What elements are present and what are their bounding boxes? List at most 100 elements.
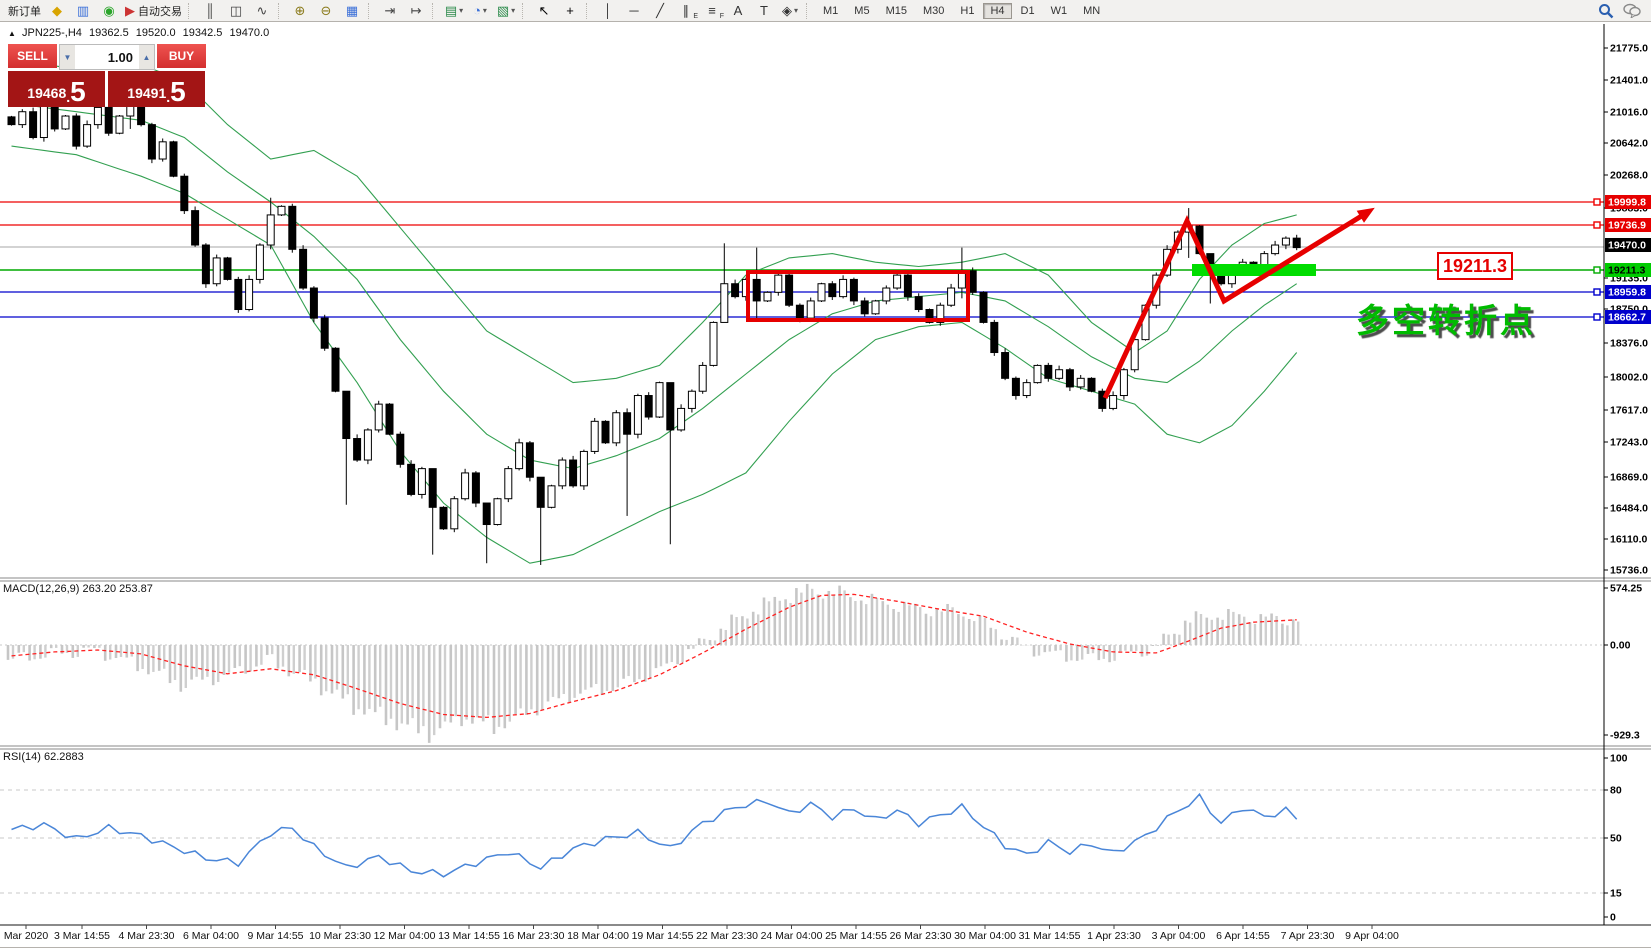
svg-text:3 Apr 04:00: 3 Apr 04:00: [1152, 930, 1206, 942]
toolbar-separator: [522, 2, 528, 19]
chart-shift-icon[interactable]: ⇥: [378, 2, 402, 20]
ask-price-panel[interactable]: 19491. 5: [108, 71, 205, 107]
low-value: 19342.5: [182, 27, 223, 39]
high-value: 19520.0: [135, 27, 176, 39]
timeframe-button-h4[interactable]: H4: [983, 2, 1012, 19]
macd-panel: [0, 583, 1604, 743]
volume-increase-button[interactable]: ▲: [139, 45, 154, 69]
time-axis[interactable]: Mar 2020 3 Mar 14:55 4 Mar 23:30 6 Mar 04:0…: [4, 925, 1399, 942]
svg-text:18 Mar 04:00: 18 Mar 04:00: [567, 930, 629, 942]
svg-text:20268.0: 20268.0: [1610, 170, 1648, 182]
timeframe-button-w1[interactable]: W1: [1044, 3, 1075, 19]
svg-text:6 Apr 14:55: 6 Apr 14:55: [1216, 930, 1270, 942]
candlestick-chart-icon[interactable]: ◫: [224, 2, 248, 20]
svg-text:Mar 2020: Mar 2020: [4, 930, 49, 942]
bar-chart-icon[interactable]: ║: [198, 2, 222, 20]
zoom-in-icon[interactable]: ⊕: [288, 2, 312, 20]
svg-text:19470.0: 19470.0: [1608, 240, 1646, 252]
svg-text:17617.0: 17617.0: [1610, 405, 1648, 417]
svg-text:10 Mar 23:30: 10 Mar 23:30: [309, 930, 371, 942]
svg-text:31 Mar 14:55: 31 Mar 14:55: [1019, 930, 1081, 942]
svg-text:18002.0: 18002.0: [1610, 372, 1648, 384]
bollinger-bands: [11, 59, 1298, 564]
bid-price-panel[interactable]: 19468. 5: [8, 71, 105, 107]
chat-icon[interactable]: [1620, 2, 1644, 20]
zoom-out-icon[interactable]: ⊖: [314, 2, 338, 20]
chart-expand-icon[interactable]: ▲: [8, 29, 16, 38]
svg-text:80: 80: [1610, 785, 1622, 797]
toolbar-separator: [278, 2, 284, 19]
buy-button[interactable]: BUY: [157, 44, 206, 70]
svg-text:16110.0: 16110.0: [1610, 534, 1648, 546]
main-toolbar: 新订单 ◆ ▥ ◉ ▶ 自动交易 ║ ◫ ∿ ⊕ ⊖ ▦ ⇥ ↦ ▤ ▾ ◔ ▾ ▧ ▾ ↖ + │ ─ ╱ ∥ E ≡ F A T ◈ ▾ M1…: [0, 0, 1651, 22]
svg-text:18662.7: 18662.7: [1608, 312, 1646, 324]
channel-icon[interactable]: ∥ E: [674, 2, 698, 20]
svg-text:16484.0: 16484.0: [1610, 503, 1648, 515]
chart-area[interactable]: 21775.021401.021016.020642.020268.019883…: [0, 0, 1651, 949]
timeframe-button-m30[interactable]: M30: [916, 3, 951, 19]
period-icon[interactable]: ◔ ▾: [468, 2, 492, 20]
new-chart-icon[interactable]: ▤ ▾: [442, 2, 466, 20]
rsi-indicator-label: RSI(14) 62.2883: [3, 751, 84, 763]
vline-icon[interactable]: │: [596, 2, 620, 20]
signals-icon[interactable]: ◉: [97, 2, 121, 20]
auto-scroll-icon[interactable]: ↦: [404, 2, 428, 20]
turning-point-annotation[interactable]: 多空转折点: [1356, 294, 1536, 342]
timeframe-button-m15[interactable]: M15: [879, 3, 914, 19]
toolbar-separator: [188, 2, 194, 19]
cursor-icon[interactable]: ↖: [532, 2, 556, 20]
svg-text:21016.0: 21016.0: [1610, 107, 1648, 119]
autotrading-button[interactable]: ▶ 自动交易: [123, 2, 184, 20]
svg-text:24 Mar 04:00: 24 Mar 04:00: [761, 930, 823, 942]
svg-text:9 Apr 04:00: 9 Apr 04:00: [1345, 930, 1399, 942]
svg-text:18959.8: 18959.8: [1608, 287, 1646, 299]
svg-text:17243.0: 17243.0: [1610, 437, 1648, 449]
svg-text:18376.0: 18376.0: [1610, 338, 1648, 350]
chart-window-icon[interactable]: ◆: [45, 2, 69, 20]
toolbar-separator: [586, 2, 592, 19]
text-icon[interactable]: A: [726, 2, 750, 20]
fibonacci-icon[interactable]: ≡ F: [700, 2, 724, 20]
tile-windows-icon[interactable]: ▦: [340, 2, 364, 20]
svg-text:30 Mar 04:00: 30 Mar 04:00: [954, 930, 1016, 942]
svg-text:50: 50: [1610, 833, 1622, 845]
svg-text:9 Mar 14:55: 9 Mar 14:55: [247, 930, 303, 942]
label-icon[interactable]: T: [752, 2, 776, 20]
svg-text:100: 100: [1610, 753, 1628, 765]
svg-text:15: 15: [1610, 888, 1622, 900]
arrows-icon[interactable]: ◈ ▾: [778, 2, 802, 20]
svg-text:19 Mar 14:55: 19 Mar 14:55: [632, 930, 694, 942]
svg-text:15736.0: 15736.0: [1610, 565, 1648, 577]
toolbar-separator: [368, 2, 374, 19]
rsi-line: [11, 792, 1298, 878]
templates-icon[interactable]: ▧ ▾: [494, 2, 518, 20]
timeframe-button-m1[interactable]: M1: [816, 3, 845, 19]
volume-box: ▼ 1.00 ▲: [59, 44, 155, 70]
macd-indicator-label: MACD(12,26,9) 263.20 253.87: [3, 583, 153, 595]
new-order-button[interactable]: 新订单: [3, 2, 43, 20]
toolbar-separator: [432, 2, 438, 19]
one-click-trading-panel: SELL ▼ 1.00 ▲ BUY 19468. 5 19491. 5: [8, 44, 206, 107]
market-depth-icon[interactable]: ▥: [71, 2, 95, 20]
line-chart-icon[interactable]: ∿: [250, 2, 274, 20]
timeframe-button-h1[interactable]: H1: [953, 3, 981, 19]
svg-text:4 Mar 23:30: 4 Mar 23:30: [118, 930, 174, 942]
timeframe-button-mn[interactable]: MN: [1076, 3, 1107, 19]
open-value: 19362.5: [88, 27, 129, 39]
trendline-icon[interactable]: ╱: [648, 2, 672, 20]
timeframe-button-m5[interactable]: M5: [847, 3, 876, 19]
search-icon[interactable]: [1594, 2, 1618, 20]
crosshair-icon[interactable]: +: [558, 2, 582, 20]
price-level-annotation[interactable]: 19211.3: [1437, 252, 1513, 280]
volume-input[interactable]: 1.00: [75, 45, 139, 69]
svg-text:16 Mar 23:30: 16 Mar 23:30: [503, 930, 565, 942]
price-axis[interactable]: 21775.021401.021016.020642.020268.019883…: [1604, 43, 1651, 924]
volume-decrease-button[interactable]: ▼: [60, 45, 75, 69]
timeframe-button-d1[interactable]: D1: [1014, 3, 1042, 19]
svg-text:19211.3: 19211.3: [1608, 265, 1646, 277]
svg-text:19736.9: 19736.9: [1608, 220, 1646, 232]
hline-icon[interactable]: ─: [622, 2, 646, 20]
svg-text:21401.0: 21401.0: [1610, 75, 1648, 87]
sell-button[interactable]: SELL: [8, 44, 57, 70]
symbol-period-label: JPN225-,H4: [21, 27, 82, 39]
